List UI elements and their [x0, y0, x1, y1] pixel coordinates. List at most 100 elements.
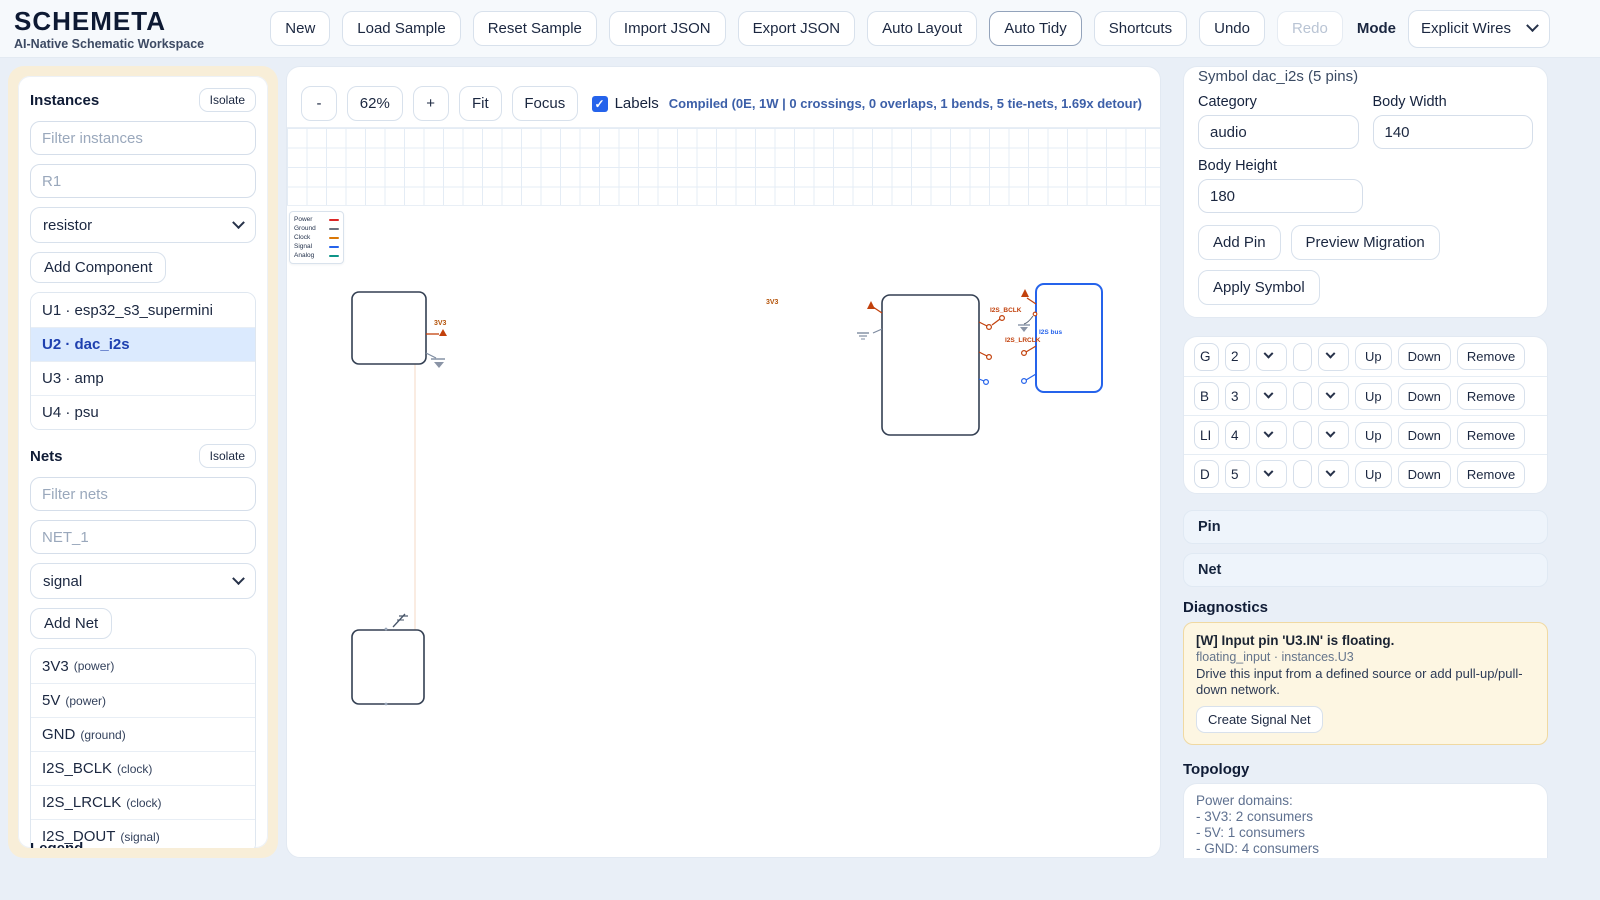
apply-symbol-button[interactable]: Apply Symbol: [1198, 270, 1320, 305]
pin-junction[interactable]: [1033, 312, 1037, 316]
pin-number-input[interactable]: [1225, 421, 1250, 449]
pin-side-select[interactable]: [1256, 460, 1287, 488]
pin-offset-input[interactable]: [1293, 343, 1312, 371]
pin-clock-2[interactable]: [979, 352, 991, 359]
pin-remove-button[interactable]: Remove: [1457, 343, 1525, 370]
pin-offset-input[interactable]: [1293, 382, 1312, 410]
pin-remove-button[interactable]: Remove: [1457, 383, 1525, 410]
pin-signal-in[interactable]: [1022, 374, 1036, 383]
nets-filter-input[interactable]: [30, 477, 256, 511]
symbol-editor-card: Symbol dac_i2s (5 pins) Category Body Wi…: [1183, 66, 1548, 318]
component-dac-i2s-selected[interactable]: [1036, 284, 1102, 392]
preview-migration-button[interactable]: Preview Migration: [1291, 225, 1440, 260]
pin-name-input[interactable]: [1194, 382, 1219, 410]
pin-number-input[interactable]: [1225, 382, 1250, 410]
load-sample-button[interactable]: Load Sample: [342, 11, 460, 46]
brand: SCHEMETA AI-Native Schematic Workspace: [14, 6, 204, 51]
body-height-input[interactable]: [1198, 179, 1363, 213]
canvas-panel[interactable]: - 62% + Fit Focus ✓ Labels Compiled (0E,…: [286, 66, 1161, 858]
instance-row-u1[interactable]: U1 · esp32_s3_supermini: [31, 293, 255, 327]
body-width-input[interactable]: [1373, 115, 1534, 149]
pin-nub[interactable]: [385, 703, 388, 706]
instance-row-u3[interactable]: U3 · amp: [31, 361, 255, 395]
reset-sample-button[interactable]: Reset Sample: [473, 11, 597, 46]
pin-row-2: Up Down Remove: [1184, 376, 1547, 415]
auto-tidy-button[interactable]: Auto Tidy: [989, 11, 1082, 46]
pin-number-input[interactable]: [1225, 343, 1250, 371]
net-type-select[interactable]: signal: [30, 563, 256, 599]
net-name-input[interactable]: [30, 520, 256, 554]
pin-side-select[interactable]: [1256, 382, 1287, 410]
add-pin-button[interactable]: Add Pin: [1198, 225, 1281, 260]
nets-title: Nets: [30, 448, 63, 465]
instance-row-u2-selected[interactable]: U2 · dac_i2s: [31, 327, 255, 361]
pin-name-input[interactable]: [1194, 421, 1219, 449]
redo-button[interactable]: Redo: [1277, 11, 1343, 46]
nets-isolate-button[interactable]: Isolate: [199, 444, 256, 468]
instances-filter-input[interactable]: [30, 121, 256, 155]
import-json-button[interactable]: Import JSON: [609, 11, 726, 46]
pin-side-select[interactable]: [1256, 343, 1287, 371]
pin-down-button[interactable]: Down: [1398, 343, 1451, 370]
pin-remove-button[interactable]: Remove: [1457, 422, 1525, 449]
net-row-gnd[interactable]: GND(ground): [31, 717, 255, 751]
component-amp[interactable]: [882, 295, 979, 435]
pin-down-button[interactable]: Down: [1398, 422, 1451, 449]
net-list: 3V3(power) 5V(power) GND(ground) I2S_BCL…: [30, 648, 256, 848]
add-component-button[interactable]: Add Component: [30, 252, 166, 283]
pin-clock-1[interactable]: [979, 316, 1004, 330]
body-width-label: Body Width: [1373, 94, 1534, 110]
pin-nub[interactable]: [385, 628, 388, 631]
pin-number-input[interactable]: [1225, 460, 1250, 488]
new-button[interactable]: New: [270, 11, 330, 46]
shortcuts-button[interactable]: Shortcuts: [1094, 11, 1187, 46]
schematic-canvas[interactable]: 3V3 3V3: [287, 67, 1161, 858]
pin-up-button[interactable]: Up: [1355, 343, 1392, 370]
right-sidebar: Symbol dac_i2s (5 pins) Category Body Wi…: [1183, 66, 1548, 858]
chevron-down-icon: [1264, 388, 1274, 398]
category-input[interactable]: [1198, 115, 1359, 149]
net-row-5v[interactable]: 5V(power): [31, 683, 255, 717]
component-psu[interactable]: [352, 630, 424, 704]
pin-down-button[interactable]: Down: [1398, 383, 1451, 410]
add-net-button[interactable]: Add Net: [30, 608, 112, 639]
pin-up-button[interactable]: Up: [1355, 383, 1392, 410]
pin-down-button[interactable]: Down: [1398, 461, 1451, 488]
auto-layout-button[interactable]: Auto Layout: [867, 11, 977, 46]
pin-side-select[interactable]: [1256, 421, 1287, 449]
pin-type-select[interactable]: [1318, 421, 1349, 449]
pin-clock-in[interactable]: [1022, 346, 1036, 355]
pin-type-select[interactable]: [1318, 382, 1349, 410]
component-type-select[interactable]: resistor: [30, 207, 256, 243]
pin-name-input[interactable]: [1194, 460, 1219, 488]
export-json-button[interactable]: Export JSON: [738, 11, 856, 46]
pin-remove-button[interactable]: Remove: [1457, 461, 1525, 488]
pin-name-input[interactable]: [1194, 343, 1219, 371]
left-sidebar: Instances Isolate resistor Add Component…: [8, 66, 278, 858]
net-row-i2s-lrclk[interactable]: I2S_LRCLK(clock): [31, 785, 255, 819]
pin-offset-input[interactable]: [1293, 460, 1312, 488]
net-section-header[interactable]: Net: [1183, 553, 1548, 587]
pin-up-button[interactable]: Up: [1355, 422, 1392, 449]
topology-card: Power domains: - 3V3: 2 consumers - 5V: …: [1183, 783, 1548, 859]
pin-up-button[interactable]: Up: [1355, 461, 1392, 488]
pin-section-header[interactable]: Pin: [1183, 510, 1548, 544]
create-signal-net-button[interactable]: Create Signal Net: [1196, 706, 1323, 733]
net-label-i2s-bus: I2S bus: [1039, 329, 1063, 336]
chevron-down-icon: [1264, 427, 1274, 437]
component-esp32[interactable]: [352, 292, 426, 364]
power-rail-wire[interactable]: [415, 329, 426, 631]
mode-select[interactable]: Explicit Wires: [1408, 10, 1550, 48]
instance-row-u4[interactable]: U4 · psu: [31, 395, 255, 429]
undo-button[interactable]: Undo: [1199, 11, 1265, 46]
pin-type-select[interactable]: [1318, 343, 1349, 371]
pin-signal[interactable]: [979, 379, 988, 384]
pin-offset-input[interactable]: [1293, 421, 1312, 449]
net-row-i2s-bclk[interactable]: I2S_BCLK(clock): [31, 751, 255, 785]
pin-type-select[interactable]: [1318, 460, 1349, 488]
instance-name-input[interactable]: [30, 164, 256, 198]
no-connect-symbol: [393, 614, 408, 627]
instances-isolate-button[interactable]: Isolate: [199, 88, 256, 112]
net-row-3v3[interactable]: 3V3(power): [31, 649, 255, 683]
net-type: (clock): [117, 762, 152, 776]
